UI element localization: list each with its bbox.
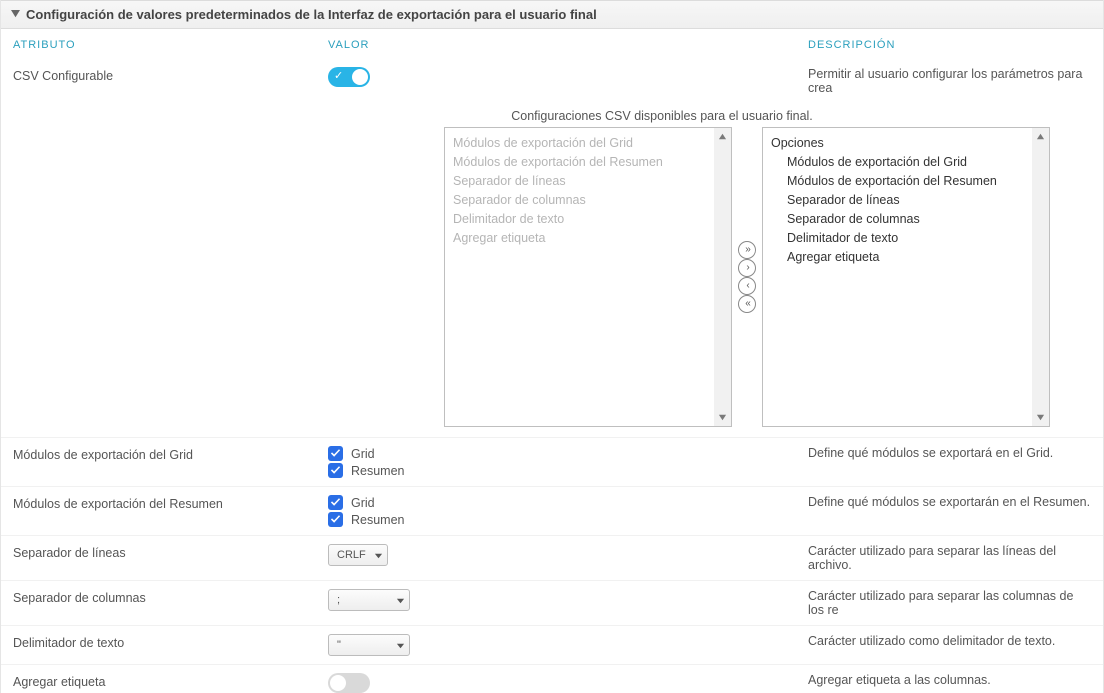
checkbox-label: Resumen xyxy=(351,464,405,478)
scroll-up-icon[interactable] xyxy=(714,128,731,145)
checkbox-label: Resumen xyxy=(351,513,405,527)
scroll-down-icon[interactable] xyxy=(714,409,731,426)
move-all-left-button[interactable]: « xyxy=(738,295,756,313)
list-item[interactable]: Agregar etiqueta xyxy=(771,248,1041,267)
checkbox-summary-grid[interactable] xyxy=(328,495,343,510)
row-text-delimiter: Delimitador de texto " Carácter utilizad… xyxy=(1,626,1103,665)
select-value: " xyxy=(337,639,341,651)
move-left-button[interactable]: ‹ xyxy=(738,277,756,295)
list-item[interactable]: Módulos de exportación del Grid xyxy=(453,134,723,153)
checkbox-grid-grid[interactable] xyxy=(328,446,343,461)
col-header-attribute: ATRIBUTO xyxy=(13,39,328,51)
scrollbar[interactable] xyxy=(714,128,731,426)
row-grid-modules: Módulos de exportación del Grid Grid Res… xyxy=(1,437,1103,487)
attr-line-separator: Separador de líneas xyxy=(13,544,328,560)
transfer-buttons: » › ‹ « xyxy=(736,127,758,427)
checkbox-summary-resumen[interactable] xyxy=(328,512,343,527)
available-listbox[interactable]: Módulos de exportación del Grid Módulos … xyxy=(444,127,732,427)
scroll-up-icon[interactable] xyxy=(1032,128,1049,145)
select-text-delimiter[interactable]: " xyxy=(328,634,410,656)
section-header[interactable]: Configuración de valores predeterminados… xyxy=(1,0,1103,29)
select-value: ; xyxy=(337,594,340,606)
list-item[interactable]: Separador de columnas xyxy=(453,191,723,210)
row-add-label: Agregar etiqueta Agregar etiqueta a las … xyxy=(1,665,1103,693)
check-icon: ✓ xyxy=(334,69,343,82)
desc-summary-modules: Define qué módulos se exportarán en el R… xyxy=(808,495,1091,509)
row-summary-modules: Módulos de exportación del Resumen Grid … xyxy=(1,487,1103,536)
checkbox-label: Grid xyxy=(351,447,375,461)
scrollbar[interactable] xyxy=(1032,128,1049,426)
list-group[interactable]: Opciones xyxy=(771,134,1041,153)
toggle-add-label[interactable] xyxy=(328,673,370,693)
move-right-button[interactable]: › xyxy=(738,259,756,277)
list-item[interactable]: Delimitador de texto xyxy=(771,229,1041,248)
desc-text-delimiter: Carácter utilizado como delimitador de t… xyxy=(808,634,1091,648)
list-item[interactable]: Módulos de exportación del Grid xyxy=(771,153,1041,172)
select-column-separator[interactable]: ; xyxy=(328,589,410,611)
toggle-knob xyxy=(330,675,346,691)
select-value: CRLF xyxy=(337,549,366,561)
list-item[interactable]: Separador de líneas xyxy=(771,191,1041,210)
scroll-down-icon[interactable] xyxy=(1032,409,1049,426)
attr-add-label: Agregar etiqueta xyxy=(13,673,328,689)
list-item[interactable]: Módulos de exportación del Resumen xyxy=(453,153,723,172)
section-title: Configuración de valores predeterminados… xyxy=(26,7,597,22)
list-item[interactable]: Separador de columnas xyxy=(771,210,1041,229)
row-csv-configurable: CSV Configurable ✓ Permitir al usuario c… xyxy=(1,59,1103,103)
toggle-knob xyxy=(352,69,368,85)
picker-caption: Configuraciones CSV disponibles para el … xyxy=(221,103,1103,127)
list-item[interactable]: Delimitador de texto xyxy=(453,210,723,229)
move-all-right-button[interactable]: » xyxy=(738,241,756,259)
row-column-separator: Separador de columnas ; Carácter utiliza… xyxy=(1,581,1103,626)
col-header-value: VALOR xyxy=(328,39,808,51)
desc-add-label: Agregar etiqueta a las columnas. xyxy=(808,673,1091,687)
list-item[interactable]: Módulos de exportación del Resumen xyxy=(771,172,1041,191)
chevron-down-icon xyxy=(374,551,383,560)
desc-column-separator: Carácter utilizado para separar las colu… xyxy=(808,589,1091,617)
attr-grid-modules: Módulos de exportación del Grid xyxy=(13,446,328,462)
toggle-csv-configurable[interactable]: ✓ xyxy=(328,67,370,87)
collapse-icon xyxy=(11,10,20,19)
dual-list-picker: Módulos de exportación del Grid Módulos … xyxy=(444,127,1103,437)
attr-text-delimiter: Delimitador de texto xyxy=(13,634,328,650)
chevron-down-icon xyxy=(396,641,405,650)
attr-summary-modules: Módulos de exportación del Resumen xyxy=(13,495,328,511)
list-item[interactable]: Separador de líneas xyxy=(453,172,723,191)
row-line-separator: Separador de líneas CRLF Carácter utiliz… xyxy=(1,536,1103,581)
checkbox-label: Grid xyxy=(351,496,375,510)
desc-grid-modules: Define qué módulos se exportará en el Gr… xyxy=(808,446,1091,460)
attr-column-separator: Separador de columnas xyxy=(13,589,328,605)
checkbox-grid-resumen[interactable] xyxy=(328,463,343,478)
col-header-description: DESCRIPCIÓN xyxy=(808,39,1091,51)
list-item[interactable]: Agregar etiqueta xyxy=(453,229,723,248)
desc-line-separator: Carácter utilizado para separar las líne… xyxy=(808,544,1091,572)
selected-listbox[interactable]: Opciones Módulos de exportación del Grid… xyxy=(762,127,1050,427)
chevron-down-icon xyxy=(396,596,405,605)
attr-csv-configurable: CSV Configurable xyxy=(13,67,328,83)
desc-csv-configurable: Permitir al usuario configurar los parám… xyxy=(808,67,1091,95)
config-panel: Configuración de valores predeterminados… xyxy=(0,0,1104,693)
column-headers: ATRIBUTO VALOR DESCRIPCIÓN xyxy=(1,29,1103,59)
select-line-separator[interactable]: CRLF xyxy=(328,544,388,566)
